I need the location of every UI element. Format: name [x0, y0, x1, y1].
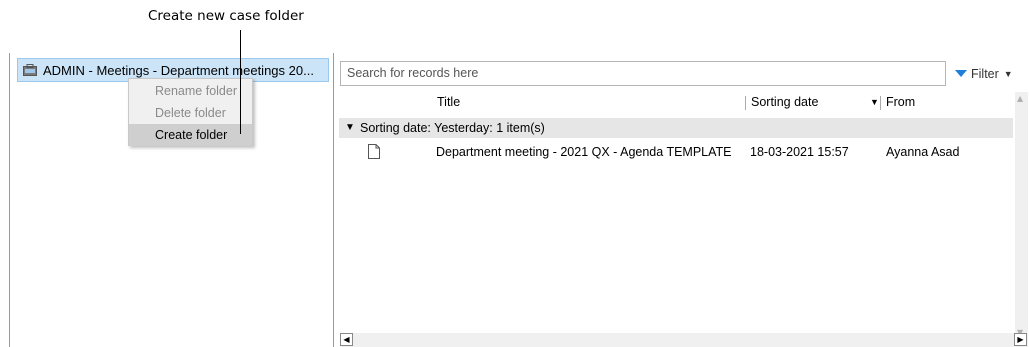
- sort-descending-icon: ▼: [870, 97, 879, 107]
- grid-header: Title Sorting date ▼ From: [339, 94, 1013, 113]
- left-pane-border: [9, 53, 10, 347]
- case-folder-icon: [23, 64, 37, 76]
- horizontal-scrollbar[interactable]: ◀ ▶: [340, 333, 1028, 347]
- scroll-left-icon[interactable]: ◀: [340, 333, 353, 346]
- right-pane-border: [333, 53, 334, 347]
- filter-button[interactable]: Filter ▼: [955, 61, 1013, 86]
- menu-item-rename-folder[interactable]: Rename folder: [129, 80, 252, 102]
- group-label: Sorting date: Yesterday: 1 item(s): [360, 121, 545, 135]
- scroll-right-icon[interactable]: ▶: [1014, 333, 1027, 346]
- column-separator[interactable]: [880, 96, 881, 110]
- chevron-down-icon: ▼: [1003, 68, 1013, 79]
- column-header-from[interactable]: From: [886, 95, 915, 109]
- filter-icon: [955, 70, 967, 77]
- context-menu: Rename folder Delete folder Create folde…: [128, 78, 253, 146]
- collapse-triangle-icon[interactable]: ▼: [345, 118, 355, 138]
- column-header-title[interactable]: Title: [437, 95, 460, 109]
- column-header-sorting-date[interactable]: Sorting date: [751, 95, 818, 109]
- row-title: Department meeting - 2021 QX - Agenda TE…: [436, 145, 732, 159]
- search-input[interactable]: Search for records here: [340, 61, 946, 86]
- tree-item-label: ADMIN - Meetings - Department meetings 2…: [43, 62, 314, 78]
- row-from: Ayanna Asad: [886, 145, 960, 159]
- menu-item-delete-folder[interactable]: Delete folder: [129, 102, 252, 124]
- scroll-up-icon[interactable]: ▲: [1017, 94, 1023, 103]
- menu-item-create-folder[interactable]: Create folder: [129, 124, 252, 146]
- column-separator[interactable]: [745, 96, 746, 110]
- table-row[interactable]: Department meeting - 2021 QX - Agenda TE…: [339, 142, 1013, 162]
- row-sorting-date: 18-03-2021 15:57: [750, 145, 849, 159]
- callout-line: [240, 30, 241, 134]
- callout-text: Create new case folder: [148, 8, 304, 24]
- document-icon: [368, 144, 380, 165]
- group-row[interactable]: ▼ Sorting date: Yesterday: 1 item(s): [339, 118, 1013, 138]
- vertical-scrollbar[interactable]: ▲ ▼: [1015, 92, 1028, 347]
- filter-label: Filter: [971, 66, 999, 81]
